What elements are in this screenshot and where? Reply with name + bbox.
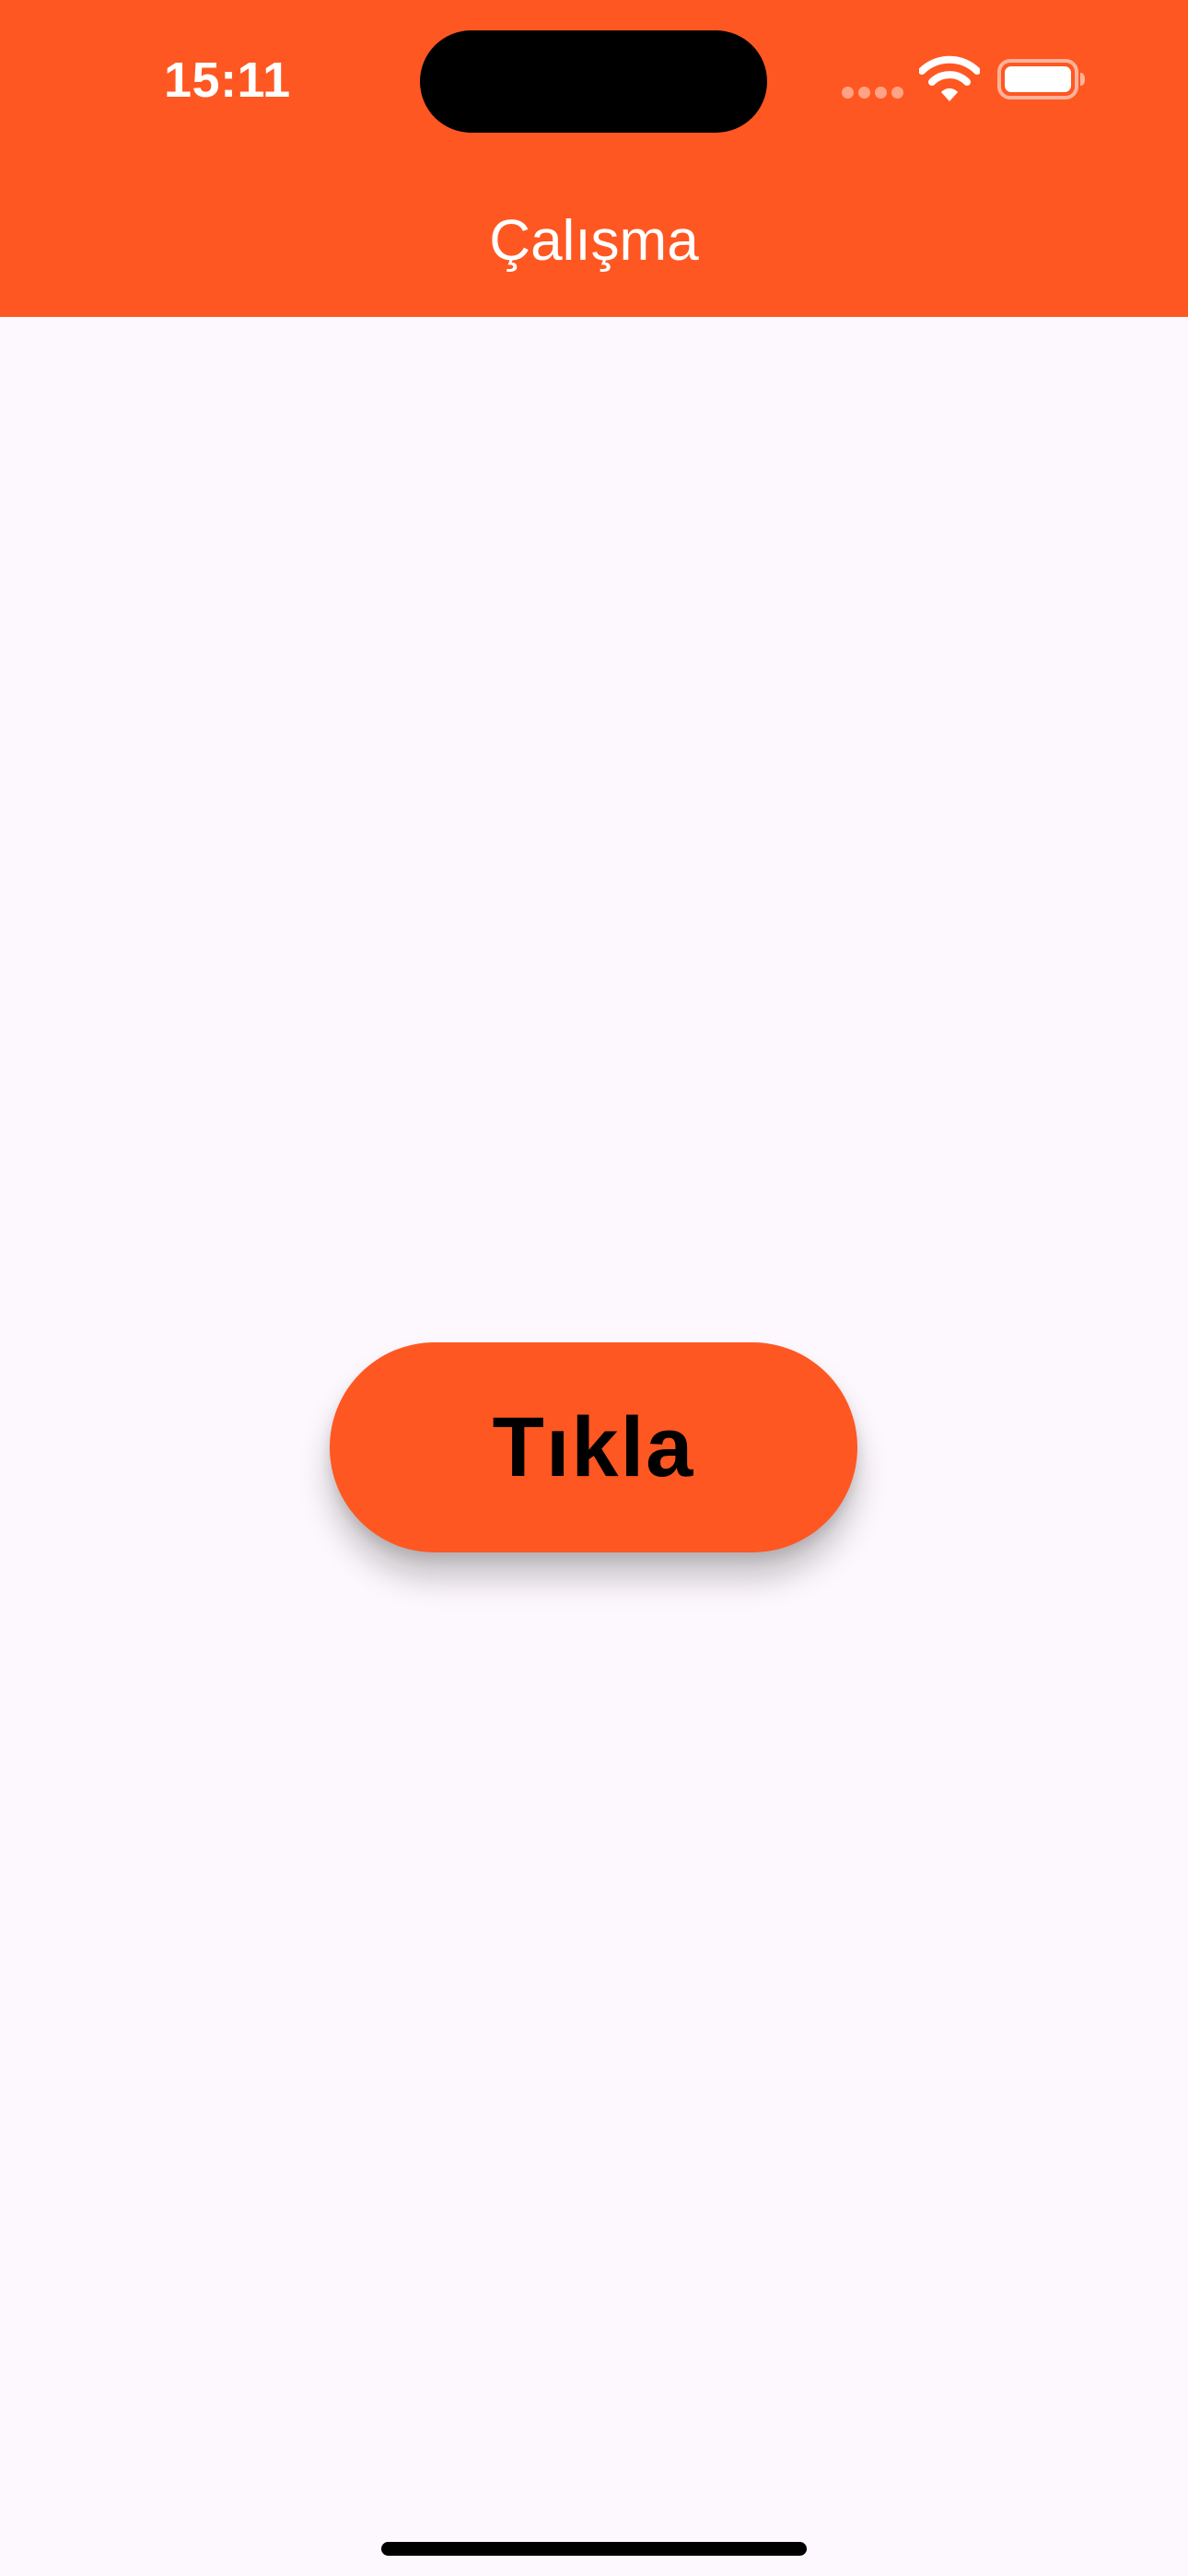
home-indicator[interactable] — [381, 2542, 807, 2556]
tikla-button[interactable]: Tıkla — [330, 1342, 857, 1552]
wifi-icon — [919, 55, 980, 101]
signal-icon — [842, 87, 904, 100]
app-bar: 15:11 Çalışma — [0, 0, 1188, 317]
status-time: 15:11 — [164, 53, 291, 108]
battery-icon — [997, 59, 1085, 100]
dynamic-island — [420, 30, 767, 133]
page-title: Çalışma — [489, 209, 699, 273]
